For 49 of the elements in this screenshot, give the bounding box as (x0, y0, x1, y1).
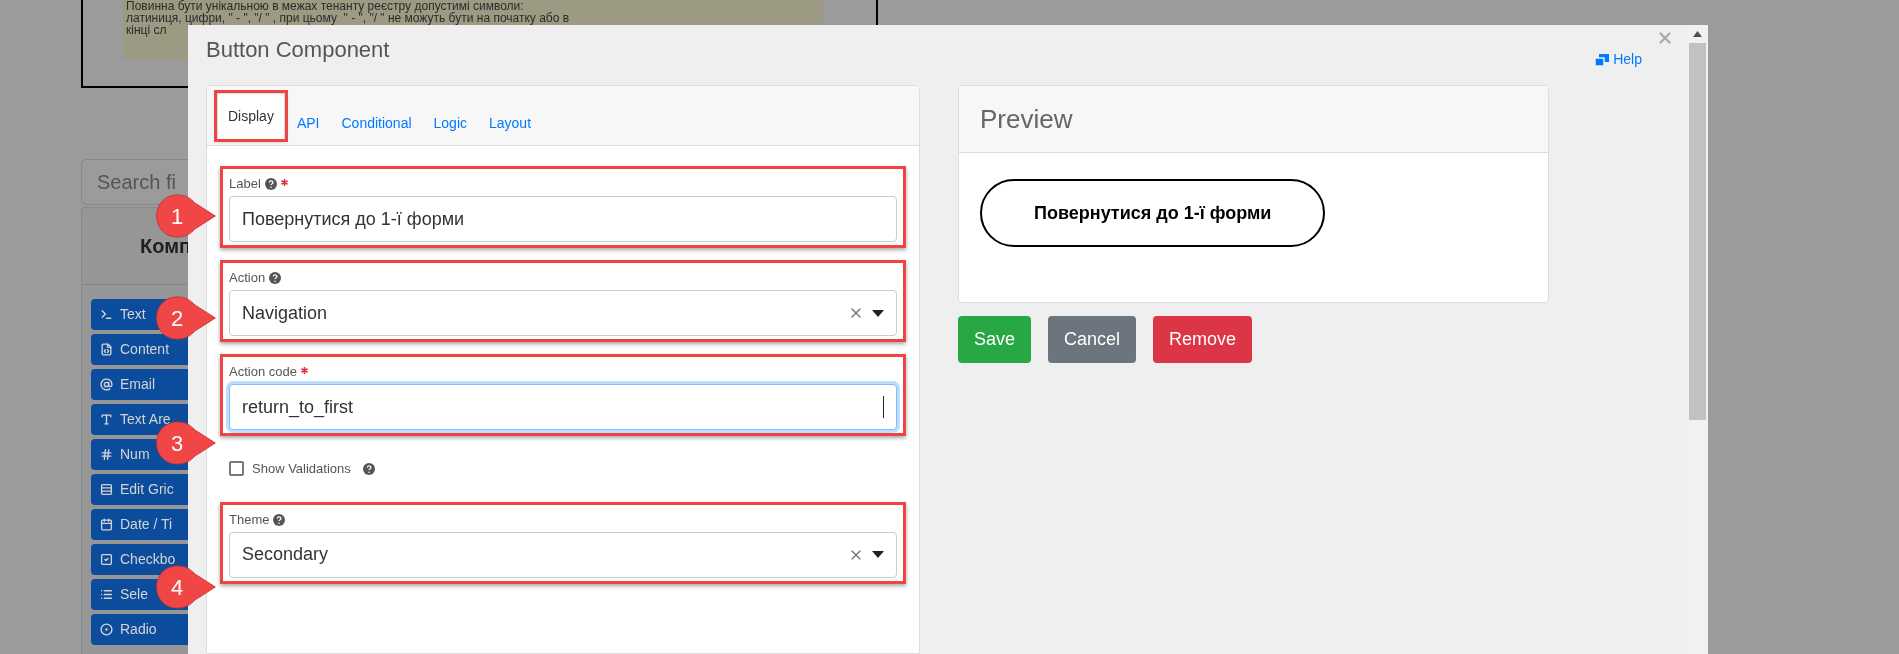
component-icon (100, 448, 113, 461)
preview-button[interactable]: Повернутися до 1-ї форми (980, 179, 1326, 247)
component-icon (100, 553, 113, 566)
notice-text: латиниця, цифри, " - ", "/ " , при цьому " - ", "/ " не можуть бути на початку або в (126, 12, 570, 24)
sidebar-item[interactable]: Date / Ti (91, 509, 190, 540)
checkbox-label: Show Validations (252, 460, 351, 478)
number-callout: 2 (154, 296, 218, 340)
action-button[interactable]: Save (958, 316, 1032, 363)
sidebar-item[interactable]: Edit Gric (91, 474, 190, 505)
tab[interactable]: Layout (479, 100, 542, 146)
component-icon (100, 623, 113, 636)
notice-text: Повинна бути унікальною в межах тенанту реєстру допустимі символи: (126, 0, 524, 12)
tab[interactable]: Conditional (331, 100, 422, 146)
dropdown-field[interactable]: Secondary (229, 531, 897, 578)
component-icon (100, 483, 113, 496)
caret-icon[interactable] (872, 551, 884, 558)
dialog-title: Button Component (206, 36, 390, 64)
dropdown-field[interactable]: Navigation (229, 290, 897, 336)
component-icon (100, 308, 113, 321)
sidebar-item[interactable]: Radio (91, 614, 190, 645)
scroll-up-icon[interactable] (1693, 31, 1702, 37)
help-link[interactable]: Help (1595, 49, 1642, 70)
tab[interactable]: Logic (423, 100, 477, 146)
field-label: Action (229, 269, 266, 288)
scrollbar-thumb[interactable] (1689, 43, 1706, 420)
field-label: Action code (229, 363, 297, 382)
number-callout: 4 (154, 565, 218, 609)
component-icon (100, 378, 113, 391)
text-cursor (883, 396, 884, 418)
checkbox[interactable] (229, 461, 244, 477)
sidebar-item[interactable]: Email (91, 369, 190, 400)
input-field[interactable]: Повернутися до 1-ї форми (229, 196, 897, 242)
windows-icon (1595, 53, 1610, 66)
input-field[interactable]: return_to_first (229, 384, 897, 430)
field-label: Theme (229, 510, 270, 529)
notice-text: кінці сл (126, 24, 167, 36)
field-label: Label (229, 175, 261, 194)
component-icon (100, 413, 113, 426)
component-icon (100, 588, 113, 601)
tab[interactable]: API (286, 100, 330, 146)
tab[interactable]: Display (217, 93, 285, 139)
caret-icon[interactable] (872, 309, 884, 317)
preview-title: Preview (980, 102, 1073, 136)
component-icon (100, 518, 113, 531)
action-button[interactable]: Remove (1153, 316, 1253, 363)
number-callout: 1 (154, 194, 218, 238)
sidebar-item[interactable]: Content (91, 334, 190, 365)
action-button[interactable]: Cancel (1048, 316, 1137, 363)
component-icon (100, 343, 113, 356)
